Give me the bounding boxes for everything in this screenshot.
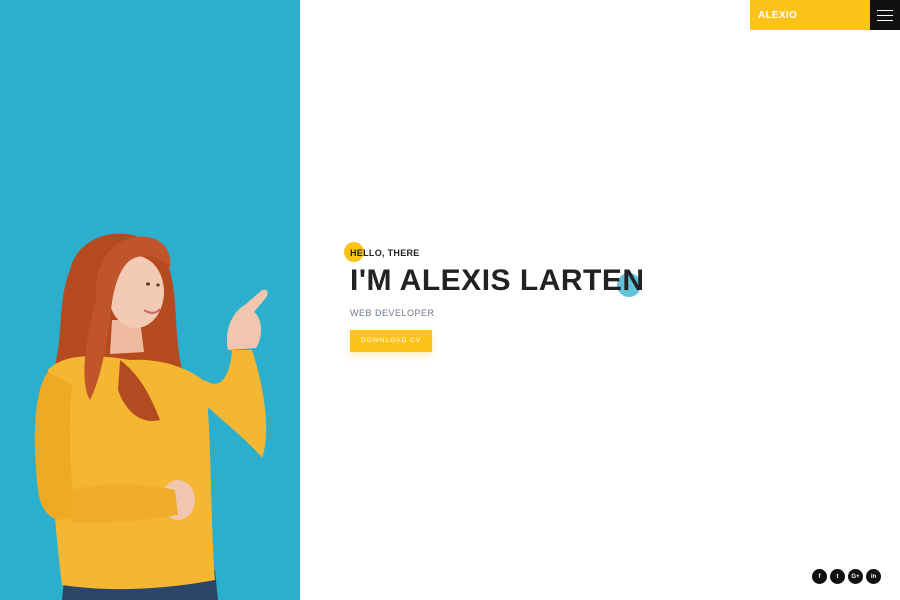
page-title: I'M ALEXIS LARTEN	[350, 264, 645, 297]
hamburger-icon[interactable]	[870, 0, 900, 30]
download-cv-button[interactable]: DOWNLOAD CV	[350, 330, 432, 352]
portrait-photo	[34, 233, 268, 600]
facebook-icon[interactable]: f	[812, 569, 827, 584]
linkedin-icon[interactable]: in	[866, 569, 881, 584]
name-heading-wrapper: I'M ALEXIS LARTEN	[350, 264, 645, 298]
role-subtitle: WEB DEVELOPER	[350, 308, 435, 318]
google-plus-icon[interactable]: G+	[848, 569, 863, 584]
social-links: f t G+ in	[812, 569, 881, 584]
brand-logo[interactable]: ALEXIO	[750, 0, 870, 30]
hero-image-panel	[0, 0, 300, 600]
hero-section: HELLO, THERE I'M ALEXIS LARTEN WEB DEVEL…	[344, 240, 645, 352]
twitter-icon[interactable]: t	[830, 569, 845, 584]
greeting-text: HELLO, THERE	[350, 248, 420, 258]
